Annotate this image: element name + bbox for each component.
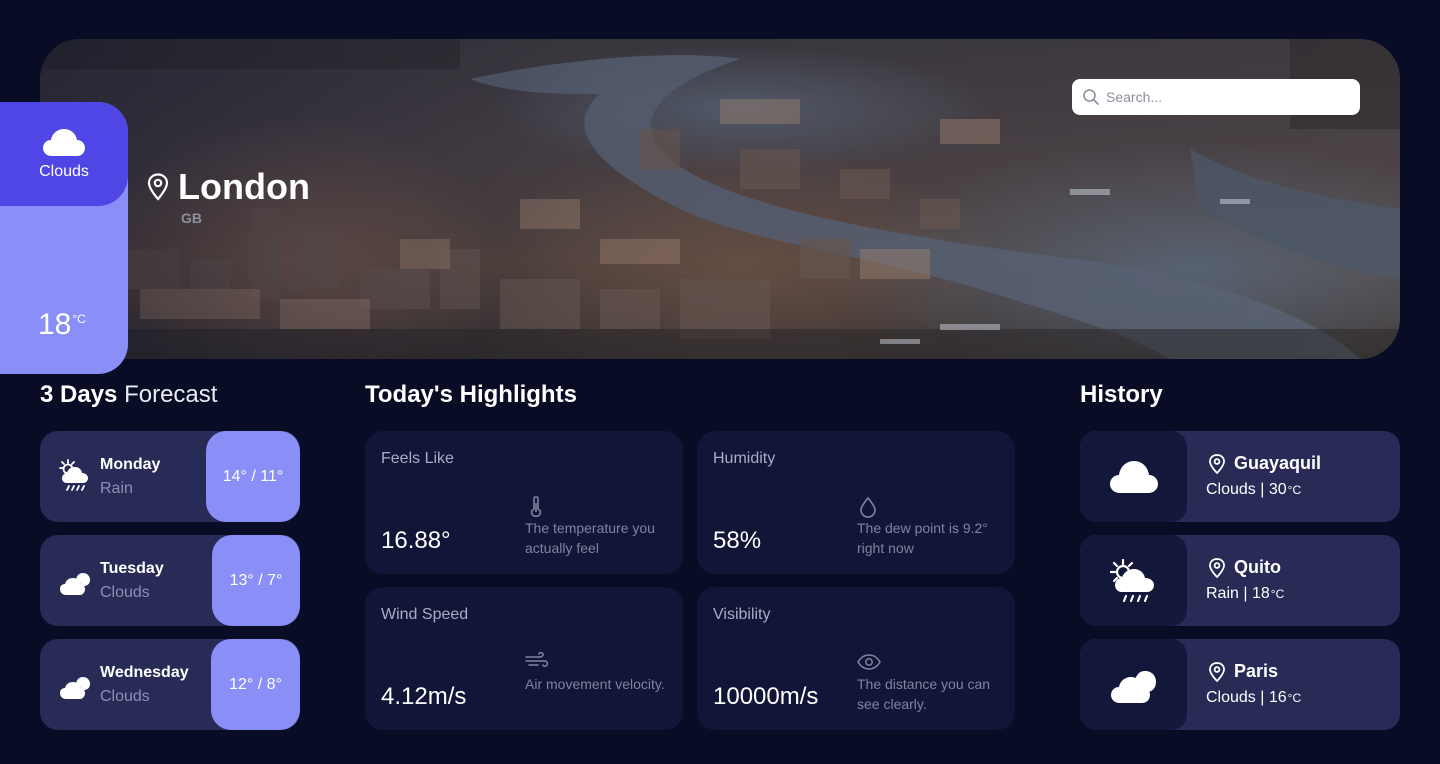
history-item-paris[interactable]: Paris Clouds | 16 °C [1080,639,1400,730]
sun-rain-icon [59,459,88,491]
history-temp: 18 [1251,585,1270,602]
forecast-title-bold: 3 Days [40,381,118,408]
clouds-icon [1110,670,1156,703]
highlight-description: Air movement velocity. [525,676,665,692]
forecast-condition: Rain [100,480,133,497]
history-icon-box [1080,639,1187,730]
highlights-title-text: Today's Highlights [365,381,577,408]
forecast-card-monday[interactable]: Monday Rain 14° / 11° [40,431,300,522]
history-city-name: Guayaquil [1234,453,1322,473]
highlight-visibility: Visibility 10000m/s The distance you can… [697,587,1015,730]
highlight-description: The temperature you actually feel [525,520,655,556]
temperature-unit: °C [72,312,86,326]
history-icon-box [1080,431,1187,522]
forecast-condition: Clouds [100,584,150,601]
highlight-description: The distance you can see clearly. [857,676,991,712]
forecast-temps: 14° / 11° [206,431,300,522]
history-item-guayaquil[interactable]: Guayaquil Clouds | 30 °C [1080,431,1400,522]
history-icon-box [1080,535,1187,626]
highlight-label: Wind Speed [381,606,469,623]
history-condition: Clouds [1206,689,1256,706]
cloud-icon [43,129,85,156]
forecast-card-tuesday[interactable]: Tuesday Clouds 13° / 7° [40,535,300,626]
highlight-label: Feels Like [381,450,454,467]
history-condition: Clouds [1206,481,1256,498]
location-pin-icon [1209,453,1225,474]
history-title: History [1080,381,1163,409]
history-city: Quito [1208,557,1281,578]
history-city: Paris [1208,661,1278,682]
location-pin-icon [1209,661,1225,682]
forecast-day: Monday [100,456,161,473]
history-temp-unit: °C [1287,691,1302,705]
current-weather-tab: Clouds 18 °C [0,78,128,374]
highlight-value: 10000m/s [713,683,819,710]
history-separator: | [1260,481,1265,498]
city-name: London [178,166,310,207]
search-bar[interactable] [1072,79,1360,115]
location-pin-icon [147,173,169,201]
highlight-description: The dew point is 9.2° right now [857,520,988,556]
current-condition: Clouds [39,163,89,180]
highlight-value: 4.12m/s [381,683,467,710]
highlight-humidity: Humidity 58% The dew point is 9.2° right… [697,431,1015,574]
history-temp: 30 [1268,481,1287,498]
history-temp-unit: °C [1270,587,1285,601]
droplet-icon [860,496,876,518]
forecast-card-wednesday[interactable]: Wednesday Clouds 12° / 8° [40,639,300,730]
history-city-name: Quito [1234,557,1281,577]
forecast-day: Tuesday [100,560,164,577]
eye-icon [857,654,881,670]
history-weather-info: Clouds | 30 °C [1206,481,1301,499]
history-title-text: History [1080,381,1163,408]
current-temperature-value: 18 [38,308,72,341]
wind-icon [525,651,549,668]
sun-rain-icon [1109,558,1154,602]
highlight-label: Humidity [713,450,776,467]
search-icon [1083,89,1099,105]
history-weather-info: Clouds | 16 °C [1206,689,1301,707]
forecast-temps: 12° / 8° [211,639,300,730]
history-weather-info: Rain | 18 °C [1206,585,1284,603]
cloud-icon [1109,460,1158,493]
clouds-icon [60,573,90,595]
forecast-condition: Clouds [100,688,150,705]
highlight-value: 58% [713,527,762,554]
highlight-value: 16.88° [381,527,451,554]
search-input[interactable] [1106,89,1346,105]
history-temp-unit: °C [1287,483,1302,497]
history-condition: Rain [1206,585,1239,602]
forecast-title: 3 Days Forecast [40,381,217,409]
history-temp: 16 [1268,689,1287,706]
country-code: GB [181,210,202,226]
forecast-title-light: Forecast [124,381,218,408]
history-city-name: Paris [1234,661,1279,681]
highlight-label: Visibility [713,606,771,623]
history-separator: | [1243,585,1248,602]
weather-app: Clouds 18 °C London GB 3 Days Forecast [0,0,1440,764]
history-city: Guayaquil [1208,453,1321,474]
history-item-quito[interactable]: Quito Rain | 18 °C [1080,535,1400,626]
thermometer-icon [530,496,542,518]
current-temperature: 18 °C [38,308,86,342]
clouds-icon [60,677,90,699]
highlights-title: Today's Highlights [365,381,577,409]
forecast-day: Wednesday [100,664,189,681]
condition-panel: Clouds [0,102,128,206]
highlight-wind-speed: Wind Speed 4.12m/s Air movement velocity… [365,587,683,730]
city-heading: London [146,166,310,208]
highlight-feels-like: Feels Like 16.88° The temperature you ac… [365,431,683,574]
location-pin-icon [1209,557,1225,578]
forecast-temps: 13° / 7° [212,535,300,626]
history-separator: | [1260,689,1265,706]
